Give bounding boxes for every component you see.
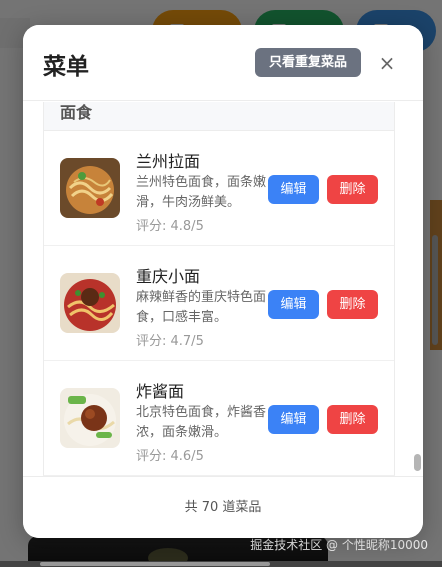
modal-scrollbar[interactable] <box>414 454 421 471</box>
show-duplicates-button[interactable]: 只看重复菜品 <box>255 48 361 77</box>
modal-header: 菜单 只看重复菜品 × <box>23 25 423 101</box>
menu-modal: 菜单 只看重复菜品 × 面食 兰州拉面 兰州特色面食，面条嫩滑，牛肉汤鲜美。 评… <box>23 25 423 538</box>
modal-footer: 共 70 道菜品 <box>23 476 423 538</box>
dish-image <box>60 388 120 448</box>
dish-description: 兰州特色面食，面条嫩滑，牛肉汤鲜美。 <box>136 175 267 210</box>
dish-name: 炸酱面 <box>136 382 185 401</box>
dish-list: 兰州拉面 兰州特色面食，面条嫩滑，牛肉汤鲜美。 评分: 4.8/5 编辑 删除 <box>44 131 394 476</box>
edit-button[interactable]: 编辑 <box>268 405 319 434</box>
delete-button[interactable]: 删除 <box>327 290 378 319</box>
dish-name: 兰州拉面 <box>136 152 201 171</box>
modal-body[interactable]: 面食 兰州拉面 兰州特色面食，面条嫩滑，牛肉汤鲜美。 评分: 4.8/5 编辑 … <box>23 102 423 476</box>
edit-button[interactable]: 编辑 <box>268 175 319 204</box>
dish-image <box>60 158 120 218</box>
dish-description: 北京特色面食，炸酱香浓，面条嫩滑。 <box>136 405 267 440</box>
dish-rating: 评分: 4.7/5 <box>136 334 204 349</box>
dish-rating: 评分: 4.8/5 <box>136 219 204 234</box>
category-section: 面食 兰州拉面 兰州特色面食，面条嫩滑，牛肉汤鲜美。 评分: 4.8/5 编辑 … <box>43 102 395 476</box>
watermark: 掘金技术社区 @ 个性昵称10000 <box>250 538 428 552</box>
modal-title: 菜单 <box>43 54 89 80</box>
category-title: 面食 <box>44 102 394 131</box>
dish-rating: 评分: 4.6/5 <box>136 449 204 464</box>
dish-item: 兰州拉面 兰州特色面食，面条嫩滑，牛肉汤鲜美。 评分: 4.8/5 编辑 删除 <box>44 131 394 246</box>
dish-item: 炸酱面 北京特色面食，炸酱香浓，面条嫩滑。 评分: 4.6/5 编辑 删除 <box>44 361 394 476</box>
delete-button[interactable]: 删除 <box>327 175 378 204</box>
delete-button[interactable]: 删除 <box>327 405 378 434</box>
page-horizontal-scrollbar[interactable] <box>0 561 442 567</box>
dish-image <box>60 273 120 333</box>
edit-button[interactable]: 编辑 <box>268 290 319 319</box>
close-icon[interactable]: × <box>375 51 399 75</box>
dish-item: 重庆小面 麻辣鲜香的重庆特色面食，口感丰富。 评分: 4.7/5 编辑 删除 <box>44 246 394 361</box>
dish-description: 麻辣鲜香的重庆特色面食，口感丰富。 <box>136 290 267 325</box>
dish-name: 重庆小面 <box>136 267 201 286</box>
page-scrollbar[interactable] <box>432 235 438 345</box>
